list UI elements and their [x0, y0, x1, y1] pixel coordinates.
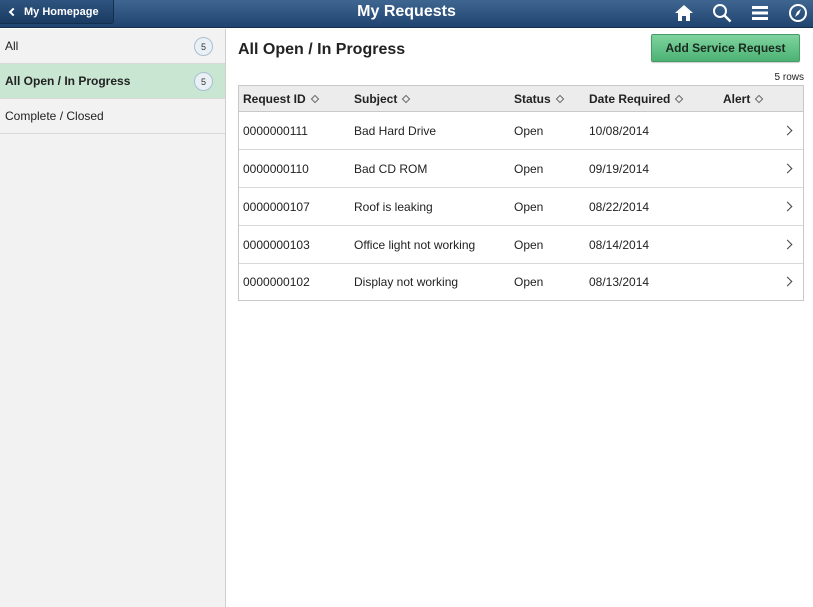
- sidebar: All 5 All Open / In Progress 5 Complete …: [0, 29, 226, 607]
- sidebar-item-all[interactable]: All 5: [0, 29, 225, 64]
- home-icon[interactable]: [672, 2, 696, 24]
- count-badge: 5: [194, 37, 213, 56]
- menu-icon[interactable]: [748, 2, 772, 24]
- column-label: Alert: [723, 92, 751, 106]
- sort-icon: [310, 94, 319, 104]
- column-header-request-id[interactable]: Request ID: [243, 92, 319, 106]
- navbar-icon[interactable]: [786, 2, 810, 24]
- date-cell: 08/22/2014: [589, 200, 650, 214]
- table-row[interactable]: 0000000103 Office light not working Open…: [239, 226, 803, 264]
- status-cell: Open: [514, 124, 544, 138]
- date-cell: 09/19/2014: [589, 162, 650, 176]
- chevron-right-icon: [782, 201, 793, 212]
- request-id-cell: 0000000107: [243, 200, 310, 214]
- column-header-status[interactable]: Status: [514, 92, 564, 106]
- table-row[interactable]: 0000000107 Roof is leaking Open 08/22/20…: [239, 188, 803, 226]
- chevron-right-icon: [782, 163, 793, 174]
- column-label: Request ID: [243, 92, 306, 106]
- request-id-cell: 0000000110: [243, 162, 309, 176]
- back-button[interactable]: My Homepage: [0, 0, 114, 24]
- date-cell: 08/14/2014: [589, 238, 650, 252]
- subject-cell: Office light not working: [354, 238, 476, 252]
- column-label: Date Required: [589, 92, 671, 106]
- grid-header: Request ID Subject Status Date Required …: [239, 86, 803, 112]
- request-id-cell: 0000000111: [243, 124, 308, 138]
- section-title: All Open / In Progress: [238, 41, 406, 58]
- search-icon[interactable]: [710, 2, 734, 24]
- column-header-alert[interactable]: Alert: [723, 92, 764, 106]
- status-cell: Open: [514, 238, 544, 252]
- column-label: Status: [514, 92, 551, 106]
- sort-icon: [755, 94, 764, 104]
- table-row[interactable]: 0000000102 Display not working Open 08/1…: [239, 263, 803, 301]
- table-row[interactable]: 0000000111 Bad Hard Drive Open 10/08/201…: [239, 112, 803, 150]
- request-id-cell: 0000000103: [243, 238, 310, 252]
- column-label: Subject: [354, 92, 398, 106]
- count-badge: 5: [194, 72, 213, 91]
- sidebar-item-label: All: [5, 39, 19, 53]
- status-cell: Open: [514, 200, 544, 214]
- header-bar: My Homepage My Requests: [0, 0, 813, 28]
- column-header-date-required[interactable]: Date Required: [589, 92, 684, 106]
- sidebar-item-label: All Open / In Progress: [5, 74, 131, 88]
- date-cell: 08/13/2014: [589, 275, 650, 289]
- subject-cell: Bad Hard Drive: [354, 124, 437, 138]
- add-service-request-button[interactable]: Add Service Request: [651, 34, 800, 62]
- chevron-left-icon: [8, 7, 18, 17]
- rows-count: 5 rows: [774, 72, 804, 83]
- chevron-right-icon: [782, 276, 793, 287]
- subject-cell: Display not working: [354, 275, 459, 289]
- requests-grid: Request ID Subject Status Date Required …: [238, 85, 804, 301]
- sidebar-item-complete-closed[interactable]: Complete / Closed: [0, 99, 225, 134]
- back-button-label: My Homepage: [24, 5, 99, 18]
- subject-cell: Roof is leaking: [354, 200, 433, 214]
- sort-icon: [675, 94, 684, 104]
- table-row[interactable]: 0000000110 Bad CD ROM Open 09/19/2014: [239, 150, 803, 188]
- sidebar-item-label: Complete / Closed: [5, 109, 104, 123]
- sort-icon: [402, 94, 411, 104]
- subject-cell: Bad CD ROM: [354, 162, 428, 176]
- status-cell: Open: [514, 162, 544, 176]
- status-cell: Open: [514, 275, 544, 289]
- sidebar-item-open-in-progress[interactable]: All Open / In Progress 5: [0, 64, 225, 99]
- sort-icon: [555, 94, 564, 104]
- request-id-cell: 0000000102: [243, 275, 310, 289]
- chevron-right-icon: [782, 239, 793, 250]
- column-header-subject[interactable]: Subject: [354, 92, 411, 106]
- date-cell: 10/08/2014: [589, 124, 650, 138]
- chevron-right-icon: [782, 125, 793, 136]
